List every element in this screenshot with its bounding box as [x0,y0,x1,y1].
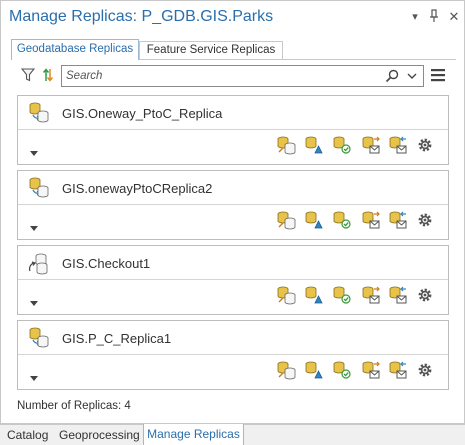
auto-hide-pin-button[interactable] [427,9,441,25]
replica-card[interactable]: GIS.P_C_Replica1 [17,320,449,390]
expand-chevron-icon[interactable] [30,146,38,156]
validate-icon [304,361,324,383]
export-message-button[interactable] [361,210,381,230]
pane-titlebar: Manage Replicas: P_GDB.GIS.Parks ▾ ✕ [1,1,464,35]
search-icon[interactable] [385,69,399,83]
unregister-button[interactable] [332,285,352,305]
synchronize-button[interactable] [276,360,296,380]
validate-icon [304,136,324,158]
properties-button[interactable] [415,210,435,230]
manage-replicas-pane: Manage Replicas: P_GDB.GIS.Parks ▾ ✕ Geo… [0,0,465,424]
hamburger-menu-icon[interactable] [431,68,445,82]
unregister-icon [332,361,352,383]
oneway-replica-icon [27,101,49,125]
unregister-icon [332,211,352,233]
synchronize-icon [276,286,296,308]
oneway-replica-icon [27,176,49,200]
import-message-button[interactable] [388,210,408,230]
import-message-icon [388,211,408,233]
replica-name: GIS.onewayPtoCReplica2 [62,181,213,196]
replica-name: GIS.P_C_Replica1 [62,331,172,346]
synchronize-button[interactable] [276,210,296,230]
import-message-button[interactable] [388,135,408,155]
import-message-icon [388,136,408,158]
unregister-icon [332,286,352,308]
synchronize-button[interactable] [276,135,296,155]
export-message-icon [361,136,381,158]
properties-button[interactable] [415,360,435,380]
validate-button[interactable] [304,135,324,155]
tab-geodatabase-replicas[interactable]: Geodatabase Replicas [11,39,139,60]
properties-button[interactable] [415,285,435,305]
replica-card[interactable]: GIS.Checkout1 [17,245,449,315]
replica-card[interactable]: GIS.Oneway_PtoC_Replica [17,95,449,165]
export-message-button[interactable] [361,285,381,305]
pane-options-button[interactable]: ▾ [408,9,422,25]
validate-button[interactable] [304,210,324,230]
search-input[interactable] [66,68,366,84]
replica-card-header: GIS.P_C_Replica1 [18,321,448,355]
synchronize-icon [276,136,296,158]
tab-geoprocessing[interactable]: Geoprocessing [59,425,140,445]
validate-icon [304,211,324,233]
replica-name: GIS.Checkout1 [62,256,151,271]
validate-icon [304,286,324,308]
dock-tab-strip: Catalog Geoprocessing Manage Replicas [0,424,465,445]
export-message-icon [361,211,381,233]
properties-icon [415,213,435,233]
synchronize-icon [276,211,296,233]
expand-chevron-icon[interactable] [30,371,38,381]
tab-feature-service-replicas[interactable]: Feature Service Replicas [139,41,283,60]
replica-name: GIS.Oneway_PtoC_Replica [62,106,223,121]
properties-button[interactable] [415,135,435,155]
unregister-button[interactable] [332,360,352,380]
replica-card-header: GIS.Checkout1 [18,246,448,280]
export-message-button[interactable] [361,135,381,155]
export-message-icon [361,286,381,308]
validate-button[interactable] [304,360,324,380]
close-pane-button[interactable]: ✕ [447,9,461,25]
replica-card-header: GIS.Oneway_PtoC_Replica [18,96,448,130]
checkout-replica-icon [27,251,49,275]
export-message-icon [361,361,381,383]
validate-button[interactable] [304,285,324,305]
properties-icon [415,363,435,383]
sort-icon[interactable] [42,67,54,83]
replica-card[interactable]: GIS.onewayPtoCReplica2 [17,170,449,240]
unregister-button[interactable] [332,135,352,155]
filter-icon[interactable] [21,68,35,82]
expand-chevron-icon[interactable] [30,296,38,306]
unregister-icon [332,136,352,158]
pane-title: Manage Replicas: P_GDB.GIS.Parks [9,8,274,25]
expand-chevron-icon[interactable] [30,221,38,231]
import-message-button[interactable] [388,285,408,305]
search-box [61,65,424,87]
import-message-icon [388,286,408,308]
export-message-button[interactable] [361,360,381,380]
import-message-button[interactable] [388,360,408,380]
import-message-icon [388,361,408,383]
unregister-button[interactable] [332,210,352,230]
replica-card-header: GIS.onewayPtoCReplica2 [18,171,448,205]
oneway-replica-icon [27,326,49,350]
tab-catalog[interactable]: Catalog [7,425,48,445]
tab-manage-replicas[interactable]: Manage Replicas [143,424,244,445]
chevron-down-icon[interactable] [407,72,417,80]
synchronize-button[interactable] [276,285,296,305]
synchronize-icon [276,361,296,383]
replica-count: Number of Replicas: 4 [17,400,131,412]
properties-icon [415,288,435,308]
properties-icon [415,138,435,158]
pin-icon [430,9,438,22]
